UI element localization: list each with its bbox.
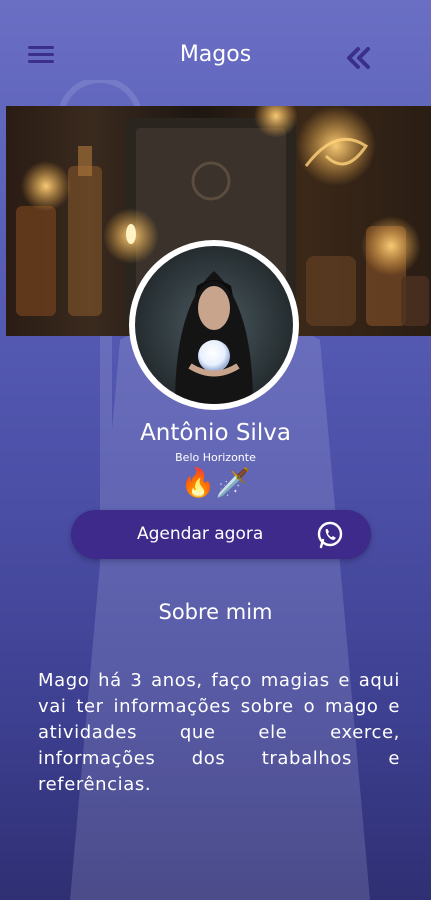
wizard-portrait [135,246,293,404]
profile-badges: 🔥🗡️ [180,466,251,499]
whatsapp-icon [317,521,343,549]
profile-avatar [129,240,299,410]
schedule-now-label: Agendar agora [137,524,264,544]
about-description: Mago há 3 anos, faço magias e aqui vai t… [38,670,400,795]
about-section-title: Sobre mim [158,600,273,624]
profile-city: Belo Horizonte [175,451,256,464]
profile-name: Antônio Silva [140,420,291,446]
app-header: Magos [0,0,431,110]
double-chevron-left-icon[interactable] [344,44,372,72]
schedule-now-button[interactable]: Agendar agora [71,510,371,559]
